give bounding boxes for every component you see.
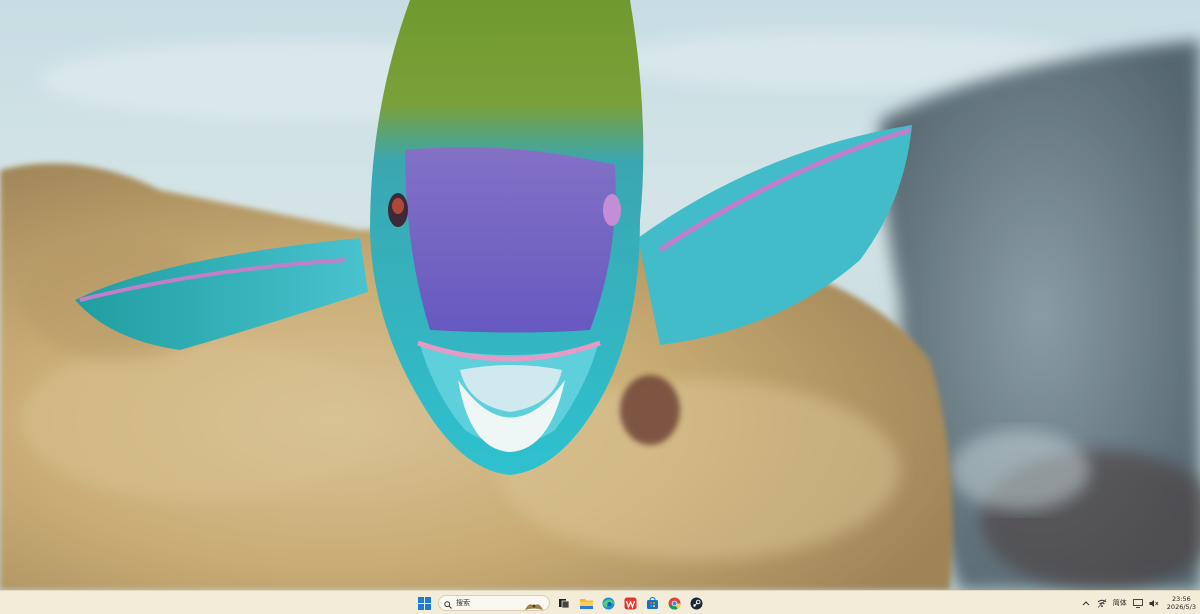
wps-office-icon[interactable]: [622, 595, 638, 611]
taskbar-center: 搜索: [416, 594, 704, 612]
desktop: 搜索 简体 23:56 2026/5/3: [0, 0, 1200, 614]
wallpaper: [0, 0, 1200, 590]
edge-browser-icon[interactable]: [600, 595, 616, 611]
task-view-icon[interactable]: [556, 595, 572, 611]
clock-date: 2026/5/3: [1166, 603, 1196, 611]
network-icon[interactable]: [1097, 598, 1107, 608]
file-explorer-icon[interactable]: [578, 595, 594, 611]
chevron-up-icon[interactable]: [1081, 598, 1091, 608]
search-label: 搜索: [456, 599, 470, 607]
clock[interactable]: 23:56 2026/5/3: [1167, 595, 1196, 611]
search-icon: [444, 594, 452, 613]
chrome-icon[interactable]: [666, 595, 682, 611]
microsoft-store-icon[interactable]: [644, 595, 660, 611]
system-tray: 简体 23:56 2026/5/3: [1081, 593, 1196, 613]
taskbar: 搜索 简体 23:56 2026/5/3: [0, 590, 1200, 614]
ime-indicator[interactable]: 简体: [1113, 598, 1127, 608]
volume-icon[interactable]: [1149, 598, 1159, 608]
search-box[interactable]: 搜索: [438, 595, 550, 611]
display-icon[interactable]: [1132, 598, 1143, 608]
search-highlight-icon: [523, 597, 545, 614]
windows-start-icon[interactable]: [416, 595, 432, 611]
steam-icon[interactable]: [688, 595, 704, 611]
clock-time: 23:56: [1172, 595, 1191, 603]
